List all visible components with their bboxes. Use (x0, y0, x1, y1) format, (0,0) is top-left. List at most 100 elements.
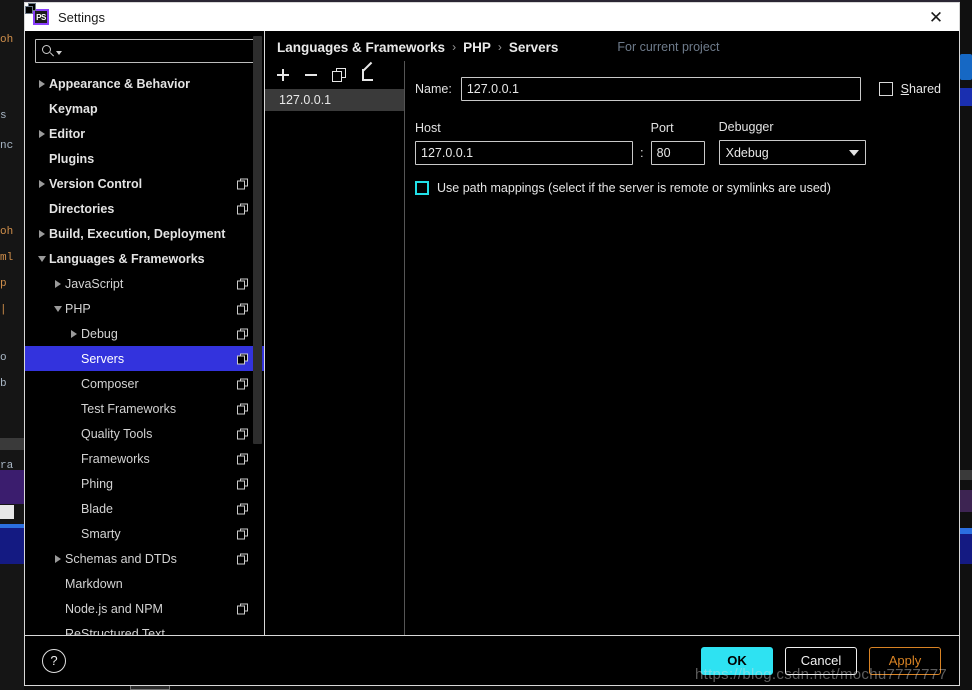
sidebar-item-label: Quality Tools (81, 426, 153, 441)
close-icon[interactable]: ✕ (919, 4, 953, 30)
bg-gutter-text: ml (0, 252, 14, 264)
remove-server-button[interactable] (304, 68, 318, 82)
copy-icon (237, 603, 248, 614)
ok-button[interactable]: OK (701, 646, 773, 675)
path-mappings-row[interactable]: Use path mappings (select if the server … (415, 181, 941, 195)
sidebar-item-schemas-and-dtds[interactable]: Schemas and DTDs (25, 546, 264, 571)
shared-checkbox[interactable] (878, 82, 893, 96)
sidebar-item-keymap[interactable]: Keymap (25, 96, 264, 121)
bg-highlight-block (0, 470, 24, 504)
copy-icon (237, 203, 248, 214)
dialog-body: Appearance & Behavior Keymap Editor Plugins… (25, 3, 959, 635)
host-port-debugger-row: Host : Port Debugger Xdebug (415, 120, 941, 165)
sidebar-item-build-execution-deployment[interactable]: Build, Execution, Deployment (25, 221, 264, 246)
sidebar-item-label: Editor (49, 126, 86, 141)
breadcrumb-item-0[interactable]: Languages & Frameworks (277, 40, 445, 55)
bg-gutter-text: p (0, 278, 7, 290)
breadcrumb-separator: › (452, 40, 457, 54)
search-container (25, 31, 264, 69)
chevron-right-icon[interactable] (35, 79, 49, 88)
chevron-down-icon[interactable] (35, 255, 49, 262)
host-input[interactable] (415, 141, 633, 165)
copy-icon (237, 303, 248, 314)
bg-gutter-text: | (0, 304, 7, 316)
name-label: Name: (415, 82, 452, 96)
apply-button[interactable]: Apply (869, 646, 941, 675)
server-name-input[interactable] (460, 77, 861, 101)
copy-icon (237, 503, 248, 514)
breadcrumb: Languages & Frameworks › PHP › Servers F… (25, 3, 959, 61)
server-list-item[interactable]: 127.0.0.1 (265, 89, 404, 111)
phpstorm-ps-icon: PS (33, 9, 49, 25)
sidebar-item-editor[interactable]: Editor (25, 121, 264, 146)
use-path-mappings-checkbox[interactable] (415, 181, 429, 195)
sidebar-item-servers[interactable]: Servers (25, 346, 264, 371)
sidebar-item-label: Frameworks (81, 451, 150, 466)
sidebar-item-composer[interactable]: Composer (25, 371, 264, 396)
server-list-toolbar (265, 61, 404, 87)
bg-right-block (960, 534, 972, 564)
cancel-button[interactable]: Cancel (785, 646, 857, 675)
sidebar-item-label: Plugins (49, 151, 95, 166)
add-server-button[interactable] (276, 68, 290, 82)
server-list-panel: 127.0.0.1 (265, 61, 405, 635)
background-left-gutter (0, 0, 24, 690)
settings-tree-scrollbar[interactable] (253, 36, 262, 444)
sidebar-item-label: Languages & Frameworks (49, 251, 205, 266)
bg-right-block (960, 470, 972, 480)
sidebar-item-test-frameworks[interactable]: Test Frameworks (25, 396, 264, 421)
shared-checkbox-row[interactable]: Shared (878, 82, 941, 96)
chevron-down-icon[interactable] (51, 305, 65, 312)
sidebar-item-javascript[interactable]: JavaScript (25, 271, 264, 296)
chevron-down-icon[interactable] (848, 149, 859, 156)
sidebar-item-blade[interactable]: Blade (25, 496, 264, 521)
sidebar-item-php[interactable]: PHP (25, 296, 264, 321)
copy-icon (237, 328, 248, 339)
copy-icon (25, 3, 611, 53)
copy-icon (237, 478, 248, 489)
sidebar-item-restructured-text[interactable]: ReStructured Text (25, 621, 264, 636)
breadcrumb-item-1[interactable]: PHP (463, 40, 491, 55)
copy-server-button[interactable] (332, 68, 346, 82)
copy-icon (237, 453, 248, 464)
search-options-chevron-icon[interactable] (56, 50, 62, 55)
sidebar-item-languages-frameworks[interactable]: Languages & Frameworks (25, 246, 264, 271)
chevron-right-icon[interactable] (51, 279, 65, 288)
bg-gutter-text: oh (0, 34, 14, 46)
chevron-right-icon[interactable] (35, 229, 49, 238)
sidebar-item-markdown[interactable]: Markdown (25, 571, 264, 596)
sidebar-item-smarty[interactable]: Smarty (25, 521, 264, 546)
help-button[interactable]: ? (42, 648, 66, 673)
chevron-right-icon[interactable] (67, 329, 81, 338)
sidebar-item-debug[interactable]: Debug (25, 321, 264, 346)
port-input[interactable] (650, 141, 705, 165)
sidebar-item-plugins[interactable]: Plugins (25, 146, 264, 171)
sidebar-item-phing[interactable]: Phing (25, 471, 264, 496)
sidebar-item-quality-tools[interactable]: Quality Tools (25, 421, 264, 446)
copy-icon (237, 353, 248, 364)
settings-tree[interactable]: Appearance & Behavior Keymap Editor Plugins… (25, 69, 264, 635)
search-input[interactable] (66, 43, 249, 59)
chevron-right-icon[interactable] (51, 554, 65, 563)
host-field: Host (415, 121, 633, 165)
copy-icon (237, 278, 248, 289)
sidebar-item-appearance-behavior[interactable]: Appearance & Behavior (25, 71, 264, 96)
chevron-right-icon[interactable] (35, 179, 49, 188)
copy-icon (237, 178, 248, 189)
debugger-select[interactable]: Xdebug (718, 140, 866, 165)
search-box[interactable] (35, 39, 256, 63)
breadcrumb-item-2[interactable]: Servers (509, 40, 559, 55)
import-server-button[interactable] (360, 61, 374, 82)
sidebar-item-label: Blade (81, 501, 113, 516)
sidebar-item-label: ReStructured Text (65, 626, 165, 636)
sidebar-item-label: Node.js and NPM (65, 601, 163, 616)
chevron-right-icon[interactable] (35, 129, 49, 138)
port-field: Port (650, 121, 705, 165)
sidebar-item-version-control[interactable]: Version Control (25, 171, 264, 196)
sidebar-item-frameworks[interactable]: Frameworks (25, 446, 264, 471)
sidebar-item-directories[interactable]: Directories (25, 196, 264, 221)
bg-right-block (960, 490, 972, 512)
server-list[interactable]: 127.0.0.1 (265, 87, 404, 635)
host-port-separator: : (640, 145, 644, 160)
sidebar-item-node-js-and-npm[interactable]: Node.js and NPM (25, 596, 264, 621)
